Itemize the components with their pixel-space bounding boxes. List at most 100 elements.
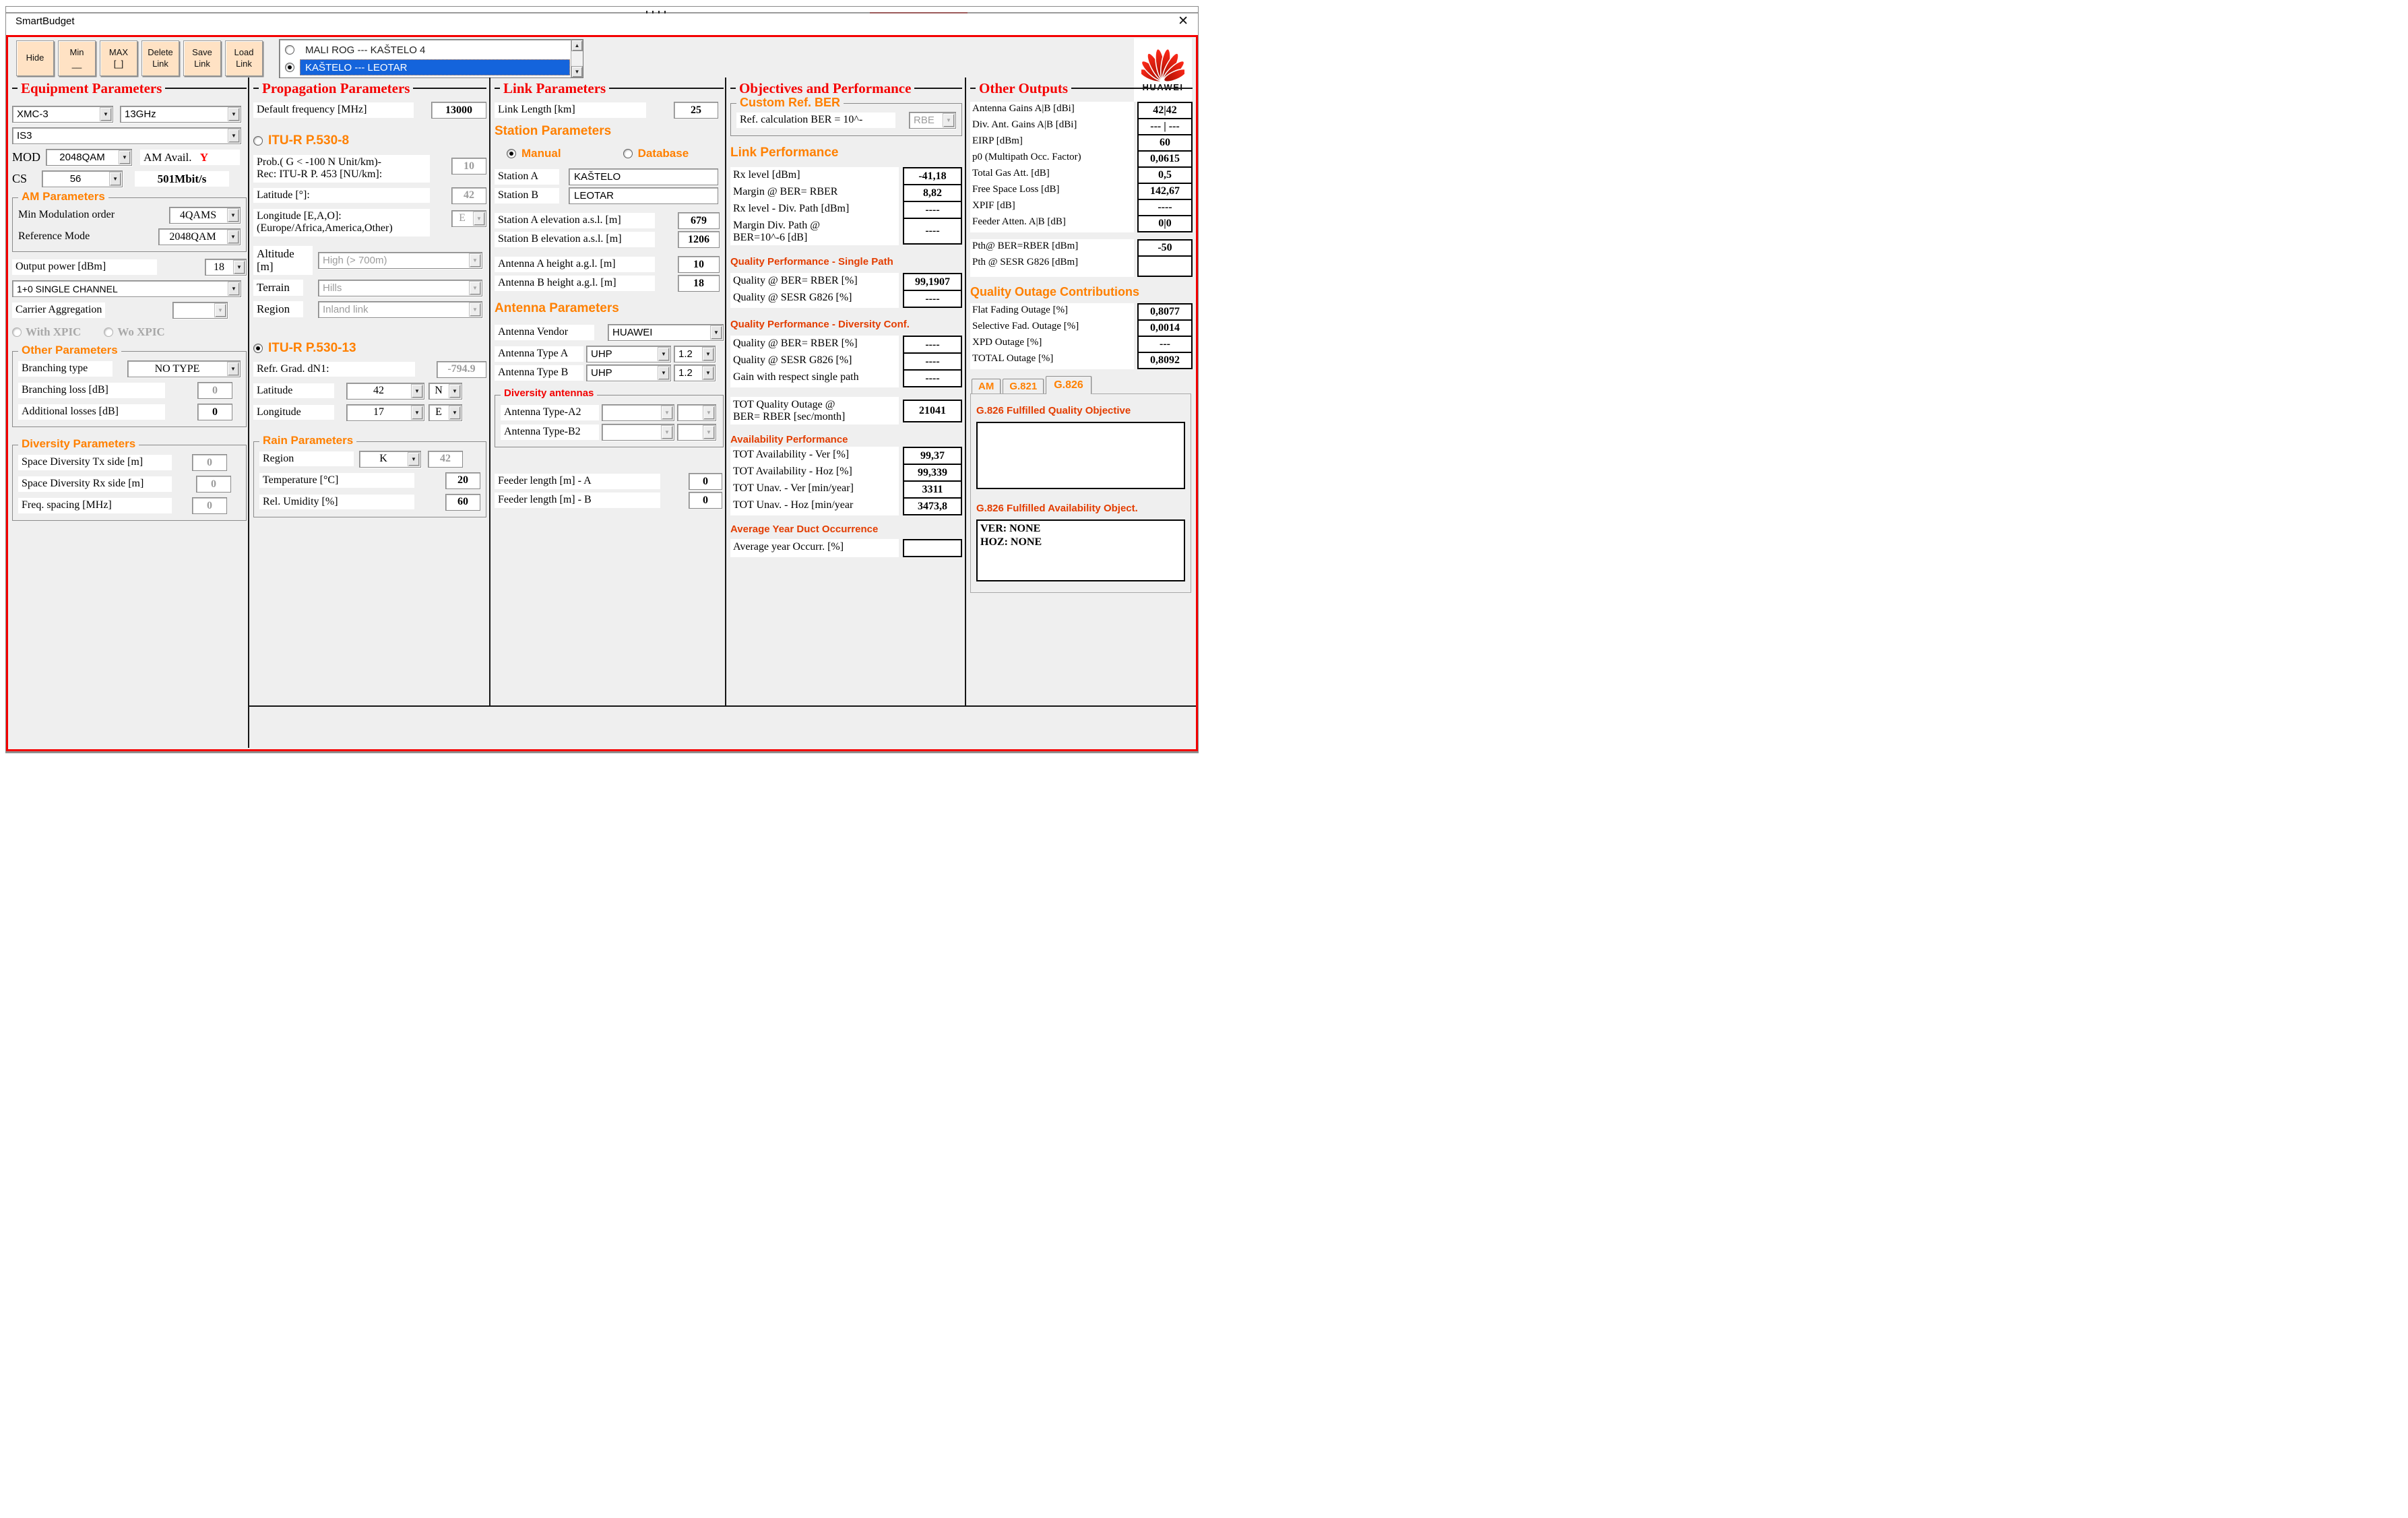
terrain-combo[interactable]: Hills ▼ bbox=[318, 279, 482, 296]
chevron-down-icon[interactable]: ▼ bbox=[227, 230, 239, 244]
temperature-input[interactable]: 20 bbox=[445, 472, 480, 489]
chevron-down-icon[interactable]: ▼ bbox=[449, 383, 461, 398]
load-link-button[interactable]: Load Link bbox=[225, 40, 263, 76]
itur-p530-8-label[interactable]: ITU-R P.530-8 bbox=[268, 133, 349, 148]
rain-region-number[interactable]: 42 bbox=[428, 450, 463, 468]
feeder-length-a-input[interactable]: 0 bbox=[689, 473, 722, 490]
channel-config-combo[interactable]: 1+0 SINGLE CHANNEL ▼ bbox=[12, 280, 241, 297]
longitude8-combo[interactable]: E ▼ bbox=[451, 210, 486, 227]
output-power-combo[interactable]: 18 ▼ bbox=[205, 259, 247, 276]
hide-button[interactable]: Hide bbox=[16, 40, 54, 76]
longitude-combo[interactable]: 17 ▼ bbox=[346, 404, 424, 421]
link-item-label[interactable]: MALI ROG --- KAŠTELO 4 bbox=[300, 42, 570, 58]
chevron-down-icon[interactable]: ▼ bbox=[214, 303, 226, 317]
latitude8-input[interactable]: 42 bbox=[451, 187, 486, 204]
antenna-vendor-combo[interactable]: HUAWEI ▼ bbox=[608, 324, 724, 341]
longitude-hemisphere-combo[interactable]: E ▼ bbox=[429, 404, 462, 421]
chevron-down-icon[interactable]: ▼ bbox=[228, 282, 240, 296]
chevron-down-icon[interactable]: ▼ bbox=[449, 405, 461, 420]
delete-link-button[interactable]: Delete Link bbox=[141, 40, 179, 76]
chevron-down-icon[interactable]: ▼ bbox=[661, 425, 673, 439]
chevron-down-icon[interactable]: ▼ bbox=[408, 451, 420, 466]
band-combo[interactable]: 13GHz ▼ bbox=[120, 106, 241, 123]
min-modulation-combo[interactable]: 4QAMS ▼ bbox=[169, 207, 241, 224]
chevron-down-icon[interactable]: ▼ bbox=[710, 325, 722, 340]
modulation-combo[interactable]: 2048QAM ▼ bbox=[46, 149, 133, 166]
tab-am[interactable]: AM bbox=[972, 379, 1001, 393]
antenna-size-b2-combo[interactable]: ▼ bbox=[677, 424, 716, 441]
with-xpic-label[interactable]: With XPIC bbox=[26, 325, 81, 339]
refr-grad-input[interactable]: -794.9 bbox=[437, 360, 486, 378]
prob-input[interactable]: 10 bbox=[451, 158, 486, 175]
rain-region-combo[interactable]: K ▼ bbox=[359, 450, 421, 468]
wo-xpic-radio[interactable] bbox=[104, 327, 114, 337]
chevron-down-icon[interactable]: ▼ bbox=[469, 280, 481, 295]
chevron-down-icon[interactable]: ▼ bbox=[469, 302, 481, 317]
station-b-input[interactable]: LEOTAR bbox=[569, 187, 718, 204]
tab-g821[interactable]: G.821 bbox=[1003, 379, 1044, 393]
radio-icon[interactable] bbox=[285, 45, 294, 55]
additional-losses-input[interactable]: 0 bbox=[197, 404, 232, 420]
chevron-down-icon[interactable]: ▼ bbox=[109, 172, 122, 186]
idu-model-combo[interactable]: XMC-3 ▼ bbox=[12, 106, 113, 123]
scroll-down-icon[interactable]: ▼ bbox=[571, 66, 583, 77]
itur-p530-13-label[interactable]: ITU-R P.530-13 bbox=[268, 341, 356, 356]
chevron-down-icon[interactable]: ▼ bbox=[469, 253, 481, 267]
chevron-down-icon[interactable]: ▼ bbox=[658, 347, 670, 361]
humidity-input[interactable]: 60 bbox=[445, 493, 480, 511]
antenna-type-a2-combo[interactable]: ▼ bbox=[602, 404, 674, 421]
link-item-label[interactable]: KAŠTELO --- LEOTAR bbox=[300, 59, 570, 75]
chevron-down-icon[interactable]: ▼ bbox=[233, 260, 245, 274]
region-combo[interactable]: Inland link ▼ bbox=[318, 301, 482, 318]
antenna-size-a-combo[interactable]: 1.2 ▼ bbox=[674, 346, 716, 362]
chevron-down-icon[interactable]: ▼ bbox=[227, 362, 239, 376]
min-button[interactable]: Min __ bbox=[58, 40, 96, 76]
max-button[interactable]: MAX [_] bbox=[100, 40, 137, 76]
tab-g826[interactable]: G.826 bbox=[1046, 376, 1091, 394]
with-xpic-radio[interactable] bbox=[12, 327, 22, 337]
sd-rx-input[interactable]: 0 bbox=[196, 476, 231, 493]
save-link-button[interactable]: Save Link bbox=[183, 40, 221, 76]
list-scrollbar[interactable]: ▲ ▼ bbox=[571, 40, 583, 77]
channel-spacing-combo[interactable]: 56 ▼ bbox=[42, 170, 123, 187]
antenna-size-a2-combo[interactable]: ▼ bbox=[677, 404, 716, 421]
station-a-input[interactable]: KAŠTELO bbox=[569, 168, 718, 185]
chevron-down-icon[interactable]: ▼ bbox=[703, 425, 715, 439]
chevron-down-icon[interactable]: ▼ bbox=[473, 211, 485, 226]
branching-type-combo[interactable]: NO TYPE ▼ bbox=[127, 360, 241, 377]
link-item-mali-rog[interactable]: MALI ROG --- KAŠTELO 4 bbox=[280, 41, 571, 59]
branching-loss-input[interactable]: 0 bbox=[197, 382, 232, 399]
chevron-down-icon[interactable]: ▼ bbox=[228, 107, 240, 121]
config-combo[interactable]: IS3 ▼ bbox=[12, 127, 241, 144]
chevron-down-icon[interactable]: ▼ bbox=[411, 405, 423, 420]
default-frequency-input[interactable]: 13000 bbox=[431, 102, 486, 119]
chevron-down-icon[interactable]: ▼ bbox=[100, 107, 112, 121]
itur-p530-13-radio[interactable] bbox=[253, 343, 263, 353]
latitude-combo[interactable]: 42 ▼ bbox=[346, 382, 424, 400]
antenna-size-b-combo[interactable]: 1.2 ▼ bbox=[674, 365, 716, 381]
wo-xpic-label[interactable]: Wo XPIC bbox=[117, 325, 164, 339]
antenna-b-height-input[interactable]: 18 bbox=[678, 275, 720, 292]
latitude-hemisphere-combo[interactable]: N ▼ bbox=[429, 382, 462, 400]
link-length-input[interactable]: 25 bbox=[674, 102, 718, 119]
scroll-up-icon[interactable]: ▲ bbox=[571, 40, 583, 51]
manual-radio[interactable] bbox=[507, 149, 516, 158]
elevation-b-input[interactable]: 1206 bbox=[678, 231, 720, 248]
antenna-a-height-input[interactable]: 10 bbox=[678, 256, 720, 273]
chevron-down-icon[interactable]: ▼ bbox=[658, 366, 670, 380]
chevron-down-icon[interactable]: ▼ bbox=[227, 208, 239, 222]
feeder-length-b-input[interactable]: 0 bbox=[689, 492, 722, 509]
carrier-aggregation-combo[interactable]: ▼ bbox=[172, 302, 228, 319]
manual-label[interactable]: Manual bbox=[521, 147, 561, 160]
chevron-down-icon[interactable]: ▼ bbox=[702, 366, 714, 380]
antenna-type-b2-combo[interactable]: ▼ bbox=[602, 424, 674, 441]
ref-ber-combo[interactable]: RBE ▼ bbox=[909, 112, 956, 129]
freq-spacing-input[interactable]: 0 bbox=[192, 497, 227, 514]
database-label[interactable]: Database bbox=[638, 147, 689, 160]
chevron-down-icon[interactable]: ▼ bbox=[702, 347, 714, 361]
elevation-a-input[interactable]: 679 bbox=[678, 212, 720, 229]
chevron-down-icon[interactable]: ▼ bbox=[411, 383, 423, 398]
sd-tx-input[interactable]: 0 bbox=[192, 454, 227, 471]
radio-icon[interactable] bbox=[285, 63, 294, 72]
chevron-down-icon[interactable]: ▼ bbox=[703, 406, 715, 420]
